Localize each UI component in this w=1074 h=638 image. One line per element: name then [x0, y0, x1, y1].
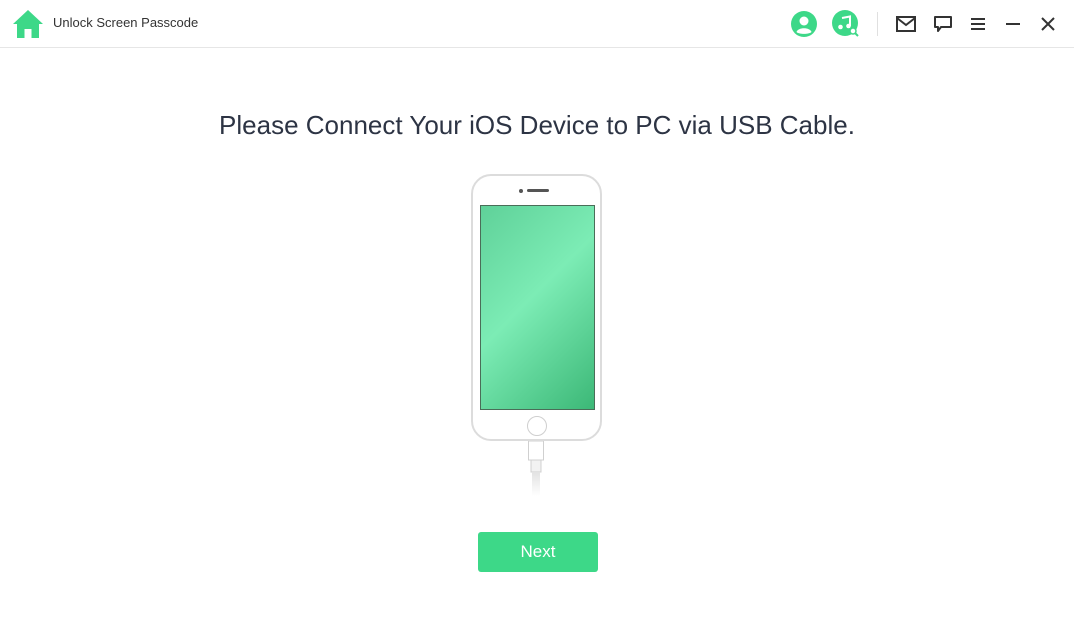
feedback-icon[interactable] — [929, 10, 957, 38]
phone-illustration — [471, 174, 602, 441]
account-icon[interactable] — [790, 10, 818, 38]
usb-cable-illustration — [528, 440, 544, 496]
phone-speaker — [527, 189, 549, 192]
phone-home-button — [527, 416, 547, 436]
menu-icon[interactable] — [964, 10, 992, 38]
page-headline: Please Connect Your iOS Device to PC via… — [219, 110, 855, 140]
next-button[interactable]: Next — [478, 532, 598, 572]
app-title: Unlock Screen Passcode — [53, 15, 199, 30]
phone-camera — [519, 189, 523, 193]
title-bar: Unlock Screen Passcode — [0, 0, 1074, 48]
mail-icon[interactable] — [892, 10, 920, 38]
music-search-icon[interactable] — [832, 10, 860, 38]
home-icon[interactable] — [12, 9, 44, 39]
close-icon[interactable] — [1034, 10, 1062, 38]
phone-screen — [480, 205, 595, 410]
toolbar-divider — [877, 12, 878, 36]
minimize-icon[interactable] — [999, 10, 1027, 38]
